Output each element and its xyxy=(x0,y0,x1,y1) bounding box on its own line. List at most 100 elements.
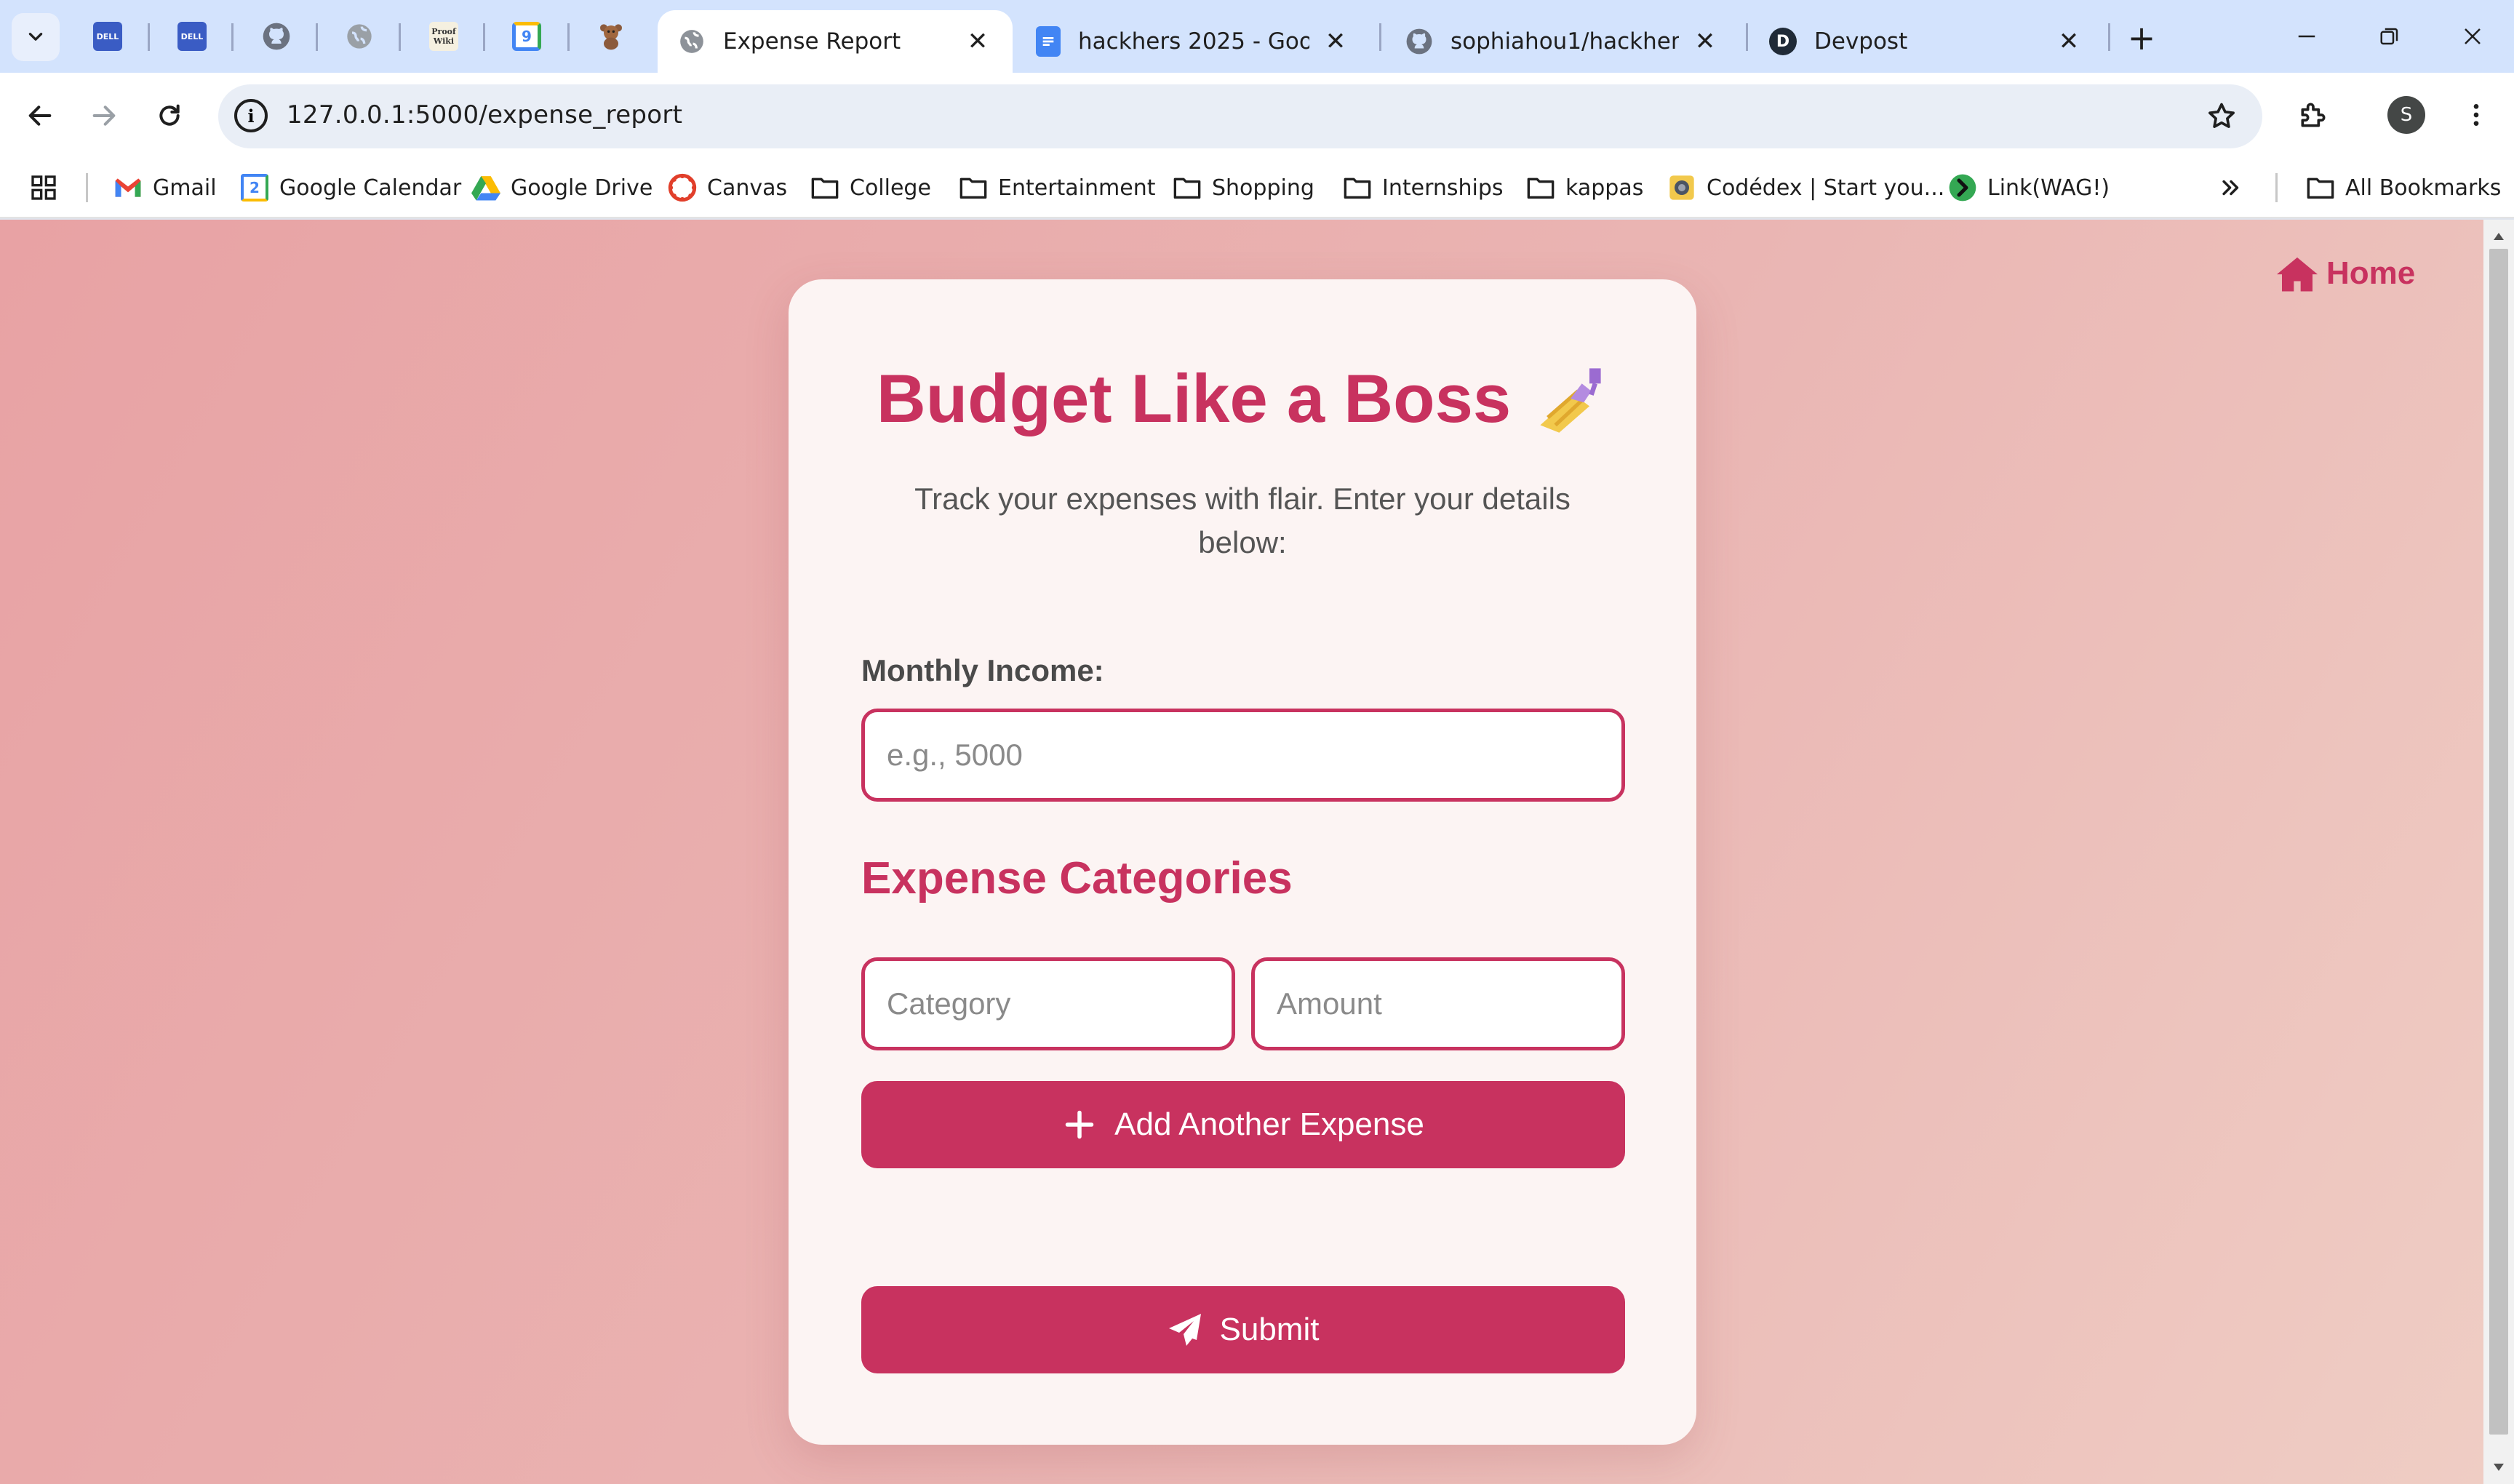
bookmark-folder-internships[interactable]: Internships xyxy=(1343,167,1504,208)
bookmark-folder-kappas[interactable]: kappas xyxy=(1526,167,1643,208)
close-icon xyxy=(2465,28,2481,44)
triangle-up-icon xyxy=(2494,233,2504,240)
close-icon[interactable]: ✕ xyxy=(1321,27,1350,56)
bookmark-canvas[interactable]: Canvas xyxy=(668,167,787,208)
arrow-right-icon xyxy=(92,105,116,126)
restore-button[interactable] xyxy=(2357,13,2422,60)
bookmark-label: College xyxy=(850,175,931,201)
tab-search-button[interactable] xyxy=(12,13,60,61)
reload-icon xyxy=(159,104,180,126)
tab-expense-report[interactable]: Expense Report ✕ xyxy=(658,10,1013,73)
globe-icon xyxy=(347,24,372,49)
tab-separator xyxy=(2108,23,2110,51)
home-link-label: Home xyxy=(2326,255,2416,291)
all-bookmarks-button[interactable]: All Bookmarks xyxy=(2306,167,2501,208)
minimize-icon xyxy=(2298,35,2315,38)
pinned-tab-proofwiki[interactable]: Proof Wiki xyxy=(423,16,464,57)
bookmark-label: Canvas xyxy=(707,175,788,201)
apps-button[interactable] xyxy=(29,167,58,208)
triangle-down-icon xyxy=(2494,1464,2504,1471)
monthly-income-input[interactable] xyxy=(861,709,1625,802)
url-text[interactable]: 127.0.0.1:5000/expense_report xyxy=(287,100,682,129)
bookmark-label: Entertainment xyxy=(998,175,1156,201)
scroll-up-arrow[interactable] xyxy=(2483,226,2514,247)
bookmark-label: Codédex | Start you... xyxy=(1707,175,1945,201)
folder-icon xyxy=(1173,173,1202,202)
bookmark-folder-college[interactable]: College xyxy=(810,167,931,208)
submit-button[interactable]: Submit xyxy=(861,1286,1625,1373)
tab-separator xyxy=(567,23,570,51)
reload-button[interactable] xyxy=(147,93,192,138)
pinned-tab-github[interactable] xyxy=(256,16,297,57)
window-close-button[interactable] xyxy=(2440,13,2505,60)
bookmark-gmail[interactable]: Gmail xyxy=(113,167,217,208)
scroll-down-arrow[interactable] xyxy=(2483,1456,2514,1478)
minimize-button[interactable] xyxy=(2274,13,2339,60)
forward-button[interactable] xyxy=(81,93,127,138)
browser-toolbar: i 127.0.0.1:5000/expense_report S xyxy=(0,73,2514,157)
pinned-tab-dell-2[interactable]: DELL xyxy=(172,16,212,57)
pinned-tab-teddy[interactable] xyxy=(591,16,631,57)
calendar-icon: 9 xyxy=(512,22,541,51)
devpost-icon: D xyxy=(1769,28,1797,55)
github-icon xyxy=(1405,28,1433,55)
teddy-bear-icon xyxy=(600,24,622,50)
tab-separator xyxy=(231,23,234,51)
site-info-icon[interactable]: i xyxy=(234,99,268,132)
bookmark-link-wag[interactable]: Link(WAG!) xyxy=(1948,167,2110,208)
page-subtitle: Track your expenses with flair. Enter yo… xyxy=(914,482,1571,559)
profile-button[interactable]: S xyxy=(2383,92,2430,138)
add-expense-button[interactable]: Add Another Expense xyxy=(861,1081,1625,1168)
tab-devpost[interactable]: D Devpost ✕ xyxy=(1749,10,2104,73)
add-expense-label: Add Another Expense xyxy=(1114,1106,1424,1142)
new-tab-button[interactable]: + xyxy=(2120,16,2163,60)
bookmark-folder-entertainment[interactable]: Entertainment xyxy=(959,167,1155,208)
more-vertical-icon xyxy=(2473,104,2479,126)
canvas-icon xyxy=(668,173,697,202)
bookmark-codedex[interactable]: Codédex | Start you... xyxy=(1667,167,1944,208)
page-scrollbar[interactable] xyxy=(2483,220,2514,1484)
globe-icon xyxy=(678,28,706,55)
pinned-tab-dell-1[interactable]: DELL xyxy=(87,16,128,57)
more-bookmarks-button[interactable] xyxy=(2219,167,2243,208)
pinned-tab-calendar[interactable]: 9 xyxy=(506,16,547,57)
double-chevron-right-icon xyxy=(2222,180,2239,196)
paper-plane-icon xyxy=(1168,1312,1202,1347)
extensions-button[interactable] xyxy=(2290,92,2337,138)
folder-icon xyxy=(1343,173,1372,202)
nail-polish-icon xyxy=(1533,361,1608,436)
bookmark-star-icon[interactable] xyxy=(2201,96,2242,137)
page-title-text: Budget Like a Boss xyxy=(876,360,1512,436)
plus-icon xyxy=(1062,1107,1097,1142)
bookmark-label: kappas xyxy=(1565,175,1644,201)
tab-separator xyxy=(316,23,318,51)
tab-title: hackhers 2025 - Google Docs xyxy=(1078,28,1309,55)
pinned-tab-globe[interactable] xyxy=(339,16,380,57)
bookmarks-bar: Gmail 2 Google Calendar Google Drive Can… xyxy=(0,157,2514,218)
bookmark-label: Google Calendar xyxy=(279,175,462,201)
bookmark-google-drive[interactable]: Google Drive xyxy=(471,167,653,208)
close-icon[interactable]: ✕ xyxy=(963,27,992,56)
amount-input[interactable] xyxy=(1251,957,1625,1050)
google-drive-icon xyxy=(471,173,500,202)
income-label: Monthly Income: xyxy=(861,653,1104,687)
close-icon[interactable]: ✕ xyxy=(1691,27,1720,56)
dell-icon: DELL xyxy=(93,22,122,51)
avatar: S xyxy=(2387,96,2425,134)
tab-title: sophiahou1/hackhers25 xyxy=(1450,28,1679,55)
bookmark-folder-shopping[interactable]: Shopping xyxy=(1173,167,1314,208)
category-input[interactable] xyxy=(861,957,1235,1050)
scroll-thumb[interactable] xyxy=(2489,249,2508,1435)
proofwiki-icon: Proof Wiki xyxy=(429,22,458,51)
back-button[interactable] xyxy=(17,93,63,138)
address-bar[interactable]: i 127.0.0.1:5000/expense_report xyxy=(218,84,2262,148)
tab-separator xyxy=(148,23,150,51)
home-link[interactable]: Home xyxy=(2277,255,2415,292)
puzzle-icon xyxy=(2301,103,2326,127)
menu-button[interactable] xyxy=(2453,92,2499,138)
close-icon[interactable]: ✕ xyxy=(2054,27,2083,56)
bookmark-google-calendar[interactable]: 2 Google Calendar xyxy=(240,167,461,208)
tab-google-docs[interactable]: hackhers 2025 - Google Docs ✕ xyxy=(1015,10,1370,73)
bookmark-label: All Bookmarks xyxy=(2345,175,2502,201)
tab-github-repo[interactable]: sophiahou1/hackhers25 ✕ xyxy=(1385,10,1740,73)
